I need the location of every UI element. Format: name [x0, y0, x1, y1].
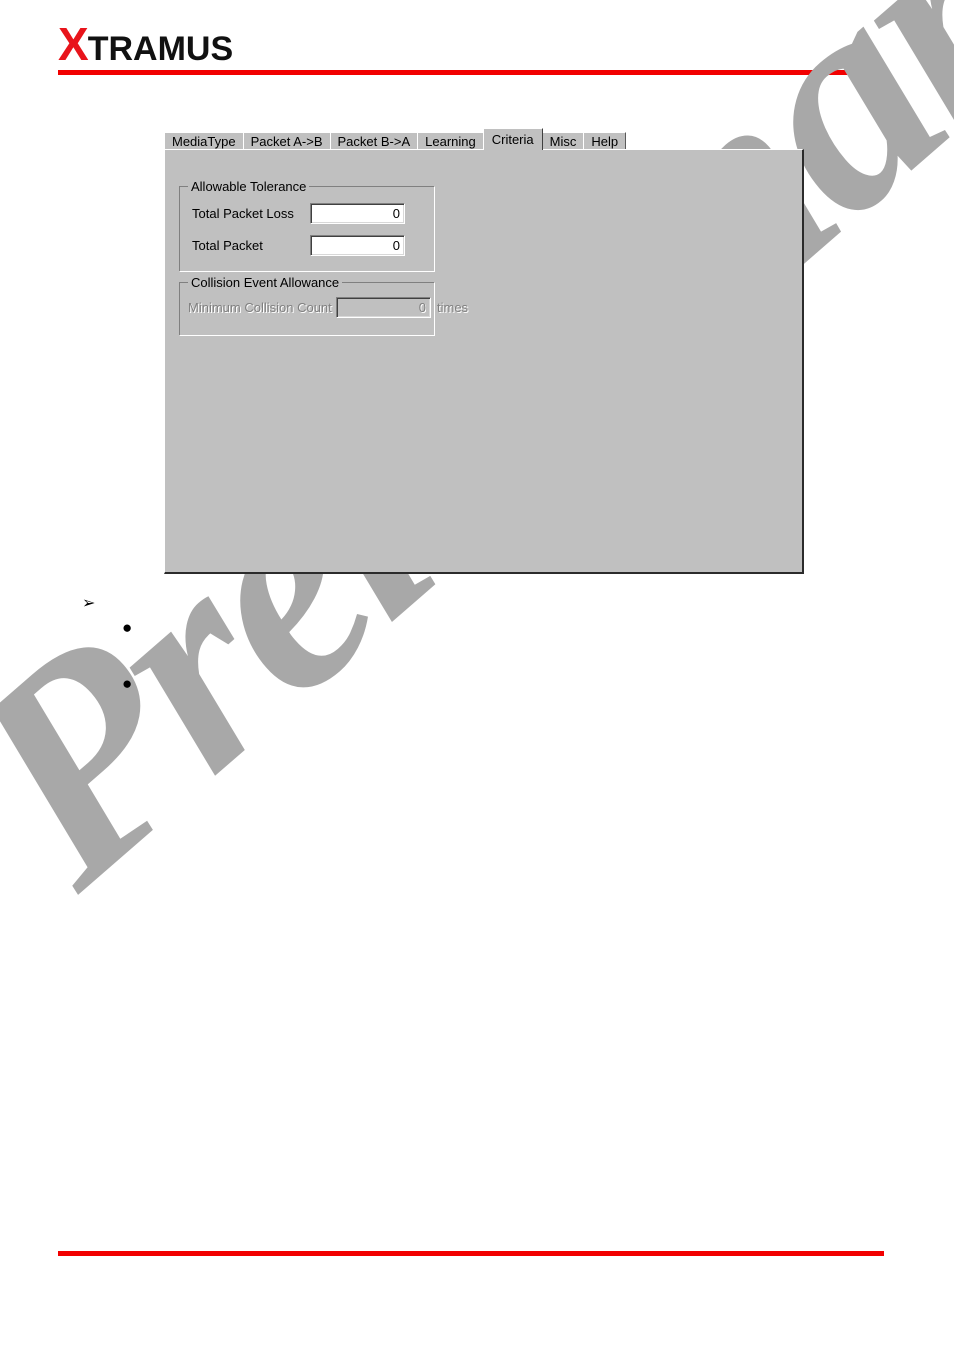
list-item: ➢	[58, 592, 758, 618]
total-packet-row: Total Packet	[192, 235, 405, 256]
tab-strip: MediaType Packet A->B Packet B->A Learni…	[164, 128, 804, 150]
minimum-collision-count-input	[336, 297, 431, 318]
tab-strip-filler	[626, 132, 804, 150]
logo-wordmark: TRAMUS	[87, 30, 234, 68]
tab-packet-b-to-a-label: Packet B->A	[337, 134, 411, 149]
tab-help-label: Help	[591, 134, 619, 149]
header-rule	[58, 70, 884, 75]
tab-packet-b-to-a[interactable]: Packet B->A	[329, 132, 419, 150]
tab-learning[interactable]: Learning	[417, 132, 484, 150]
footer-rule	[58, 1251, 884, 1256]
collision-event-allowance-group: Collision Event Allowance Minimum Collis…	[179, 275, 468, 336]
allowable-tolerance-title: Allowable Tolerance	[188, 179, 310, 194]
tab-misc-label: Misc	[549, 134, 577, 149]
tab-packet-a-to-b[interactable]: Packet A->B	[242, 132, 331, 150]
round-bullet-icon: ●	[122, 674, 133, 693]
total-packet-label: Total Packet	[192, 238, 263, 253]
tab-mediatype[interactable]: MediaType	[164, 132, 244, 150]
list-item: ●	[58, 674, 758, 730]
criteria-dialog: MediaType Packet A->B Packet B->A Learni…	[164, 128, 804, 574]
minimum-collision-count-row: Minimum Collision Count times	[188, 297, 468, 318]
group-bevel	[179, 186, 435, 272]
minimum-collision-count-label: Minimum Collision Count	[188, 300, 332, 315]
page-canvas: Preliminary XTRAMUS MediaType Packet A->…	[0, 0, 954, 1350]
allowable-tolerance-group: Allowable Tolerance Total Packet Loss To…	[179, 179, 435, 272]
criteria-panel: Allowable Tolerance Total Packet Loss To…	[164, 149, 804, 574]
arrow-bullet-icon: ➢	[82, 593, 96, 612]
tab-misc[interactable]: Misc	[541, 132, 585, 150]
tab-criteria[interactable]: Criteria	[482, 128, 543, 150]
round-bullet-icon: ●	[122, 618, 133, 637]
total-packet-loss-input[interactable]	[310, 203, 405, 224]
tab-help[interactable]: Help	[583, 132, 627, 150]
tab-learning-label: Learning	[425, 134, 476, 149]
total-packet-loss-label: Total Packet Loss	[192, 206, 294, 221]
tab-mediatype-label: MediaType	[172, 134, 236, 149]
logo-x-letter: X	[58, 18, 89, 70]
tab-packet-a-to-b-label: Packet A->B	[250, 134, 323, 149]
collision-event-allowance-title: Collision Event Allowance	[188, 275, 343, 290]
xtramus-logo: XTRAMUS	[58, 21, 234, 68]
total-packet-loss-row: Total Packet Loss	[192, 203, 405, 224]
minimum-collision-count-unit: times	[437, 300, 469, 315]
list-item: ●	[58, 618, 758, 674]
total-packet-input[interactable]	[310, 235, 405, 256]
body-list: ➢ ● ●	[58, 592, 758, 730]
tab-criteria-label: Criteria	[491, 132, 534, 147]
